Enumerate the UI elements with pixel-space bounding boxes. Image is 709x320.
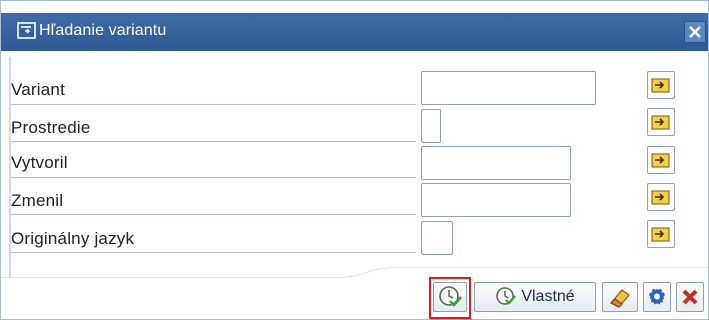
variant-search-dialog: Hľadanie variantu Variant Prostredie Vyt… [0, 0, 709, 320]
row-divider [11, 252, 416, 253]
eraser-icon [609, 289, 630, 308]
delete-button[interactable] [602, 282, 638, 312]
execute-clock-icon [496, 287, 517, 305]
gear-icon [649, 288, 665, 305]
originalny-jazyk-input[interactable] [421, 221, 453, 255]
field-label-vytvoril: Vytvoril [11, 153, 68, 172]
cancel-x-icon [682, 289, 698, 305]
window-title: Hľadanie variantu [39, 22, 167, 39]
field-label-prostredie: Prostredie [11, 118, 91, 137]
arrow-right-yellow-icon [651, 190, 670, 205]
row-divider [11, 214, 416, 215]
title-bar: Hľadanie variantu [1, 13, 708, 51]
row-divider [11, 141, 416, 142]
arrow-right-yellow-icon [651, 78, 670, 93]
vytvoril-multi-select-button[interactable] [647, 146, 675, 174]
row-divider [11, 104, 416, 105]
zmenil-input[interactable] [421, 183, 571, 217]
own-button-label: Vlastné [521, 288, 575, 305]
close-button[interactable] [684, 21, 706, 43]
field-label-variant: Variant [11, 80, 66, 99]
close-icon [689, 26, 701, 38]
cancel-button[interactable] [676, 282, 704, 312]
dialog-icon [17, 22, 36, 39]
originalny-jazyk-multi-select-button[interactable] [647, 220, 675, 248]
field-label-zmenil: Zmenil [11, 191, 64, 210]
prostredie-multi-select-button[interactable] [647, 108, 675, 136]
variant-multi-select-button[interactable] [647, 71, 675, 99]
vytvoril-input[interactable] [421, 146, 571, 180]
settings-button[interactable] [643, 282, 671, 312]
row-divider [11, 177, 416, 178]
zmenil-multi-select-button[interactable] [647, 183, 675, 211]
prostredie-input[interactable] [421, 109, 441, 143]
own-execute-button[interactable]: Vlastné [474, 282, 596, 312]
arrow-right-yellow-icon [651, 153, 670, 168]
field-label-originalny-jazyk: Originálny jazyk [11, 229, 135, 248]
highlight-box [429, 277, 471, 319]
arrow-right-yellow-icon [651, 115, 670, 130]
variant-input[interactable] [421, 71, 596, 105]
arrow-right-yellow-icon [651, 227, 670, 242]
